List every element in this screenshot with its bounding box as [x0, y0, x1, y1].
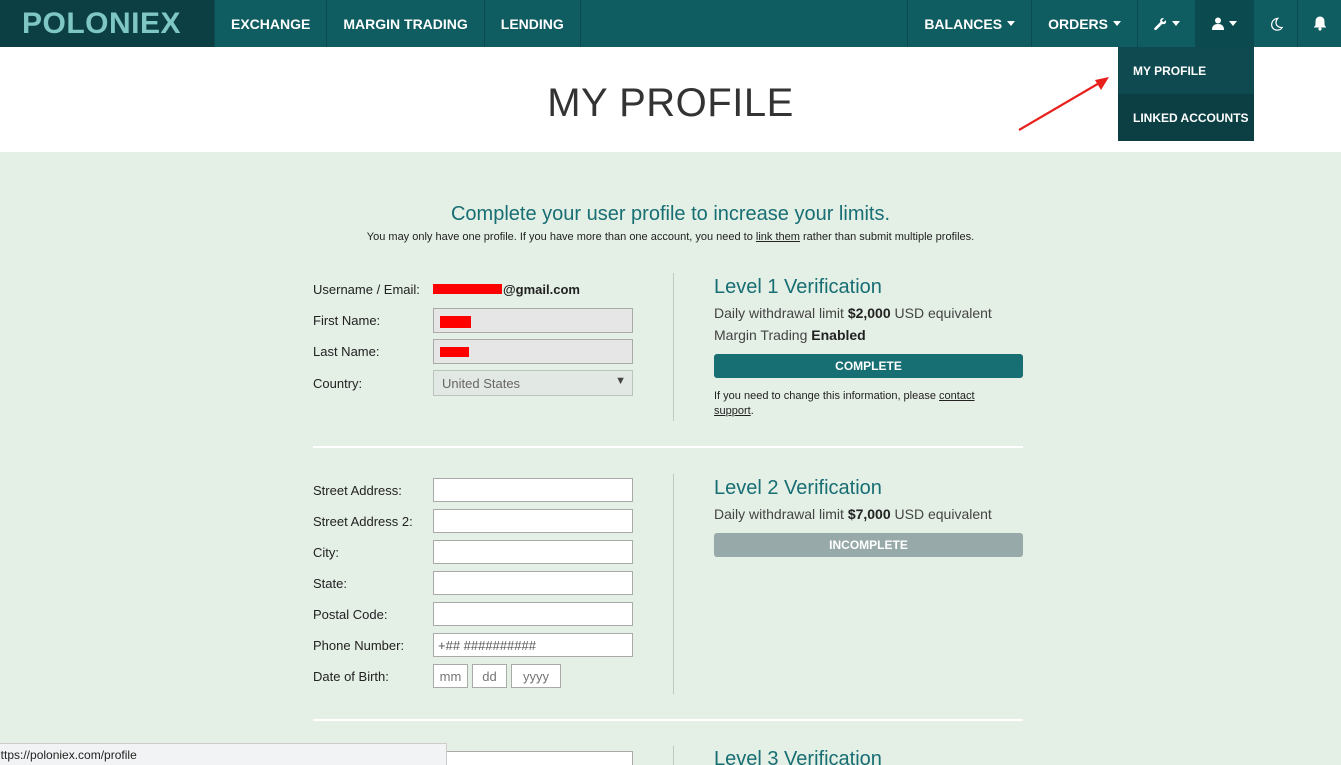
- status-url: https://poloniex.com/profile: [0, 748, 137, 762]
- level1-margin: Margin Trading Enabled: [714, 327, 866, 343]
- level1-margin-label: Margin Trading: [714, 327, 812, 343]
- street-address-label: Street Address:: [313, 483, 402, 498]
- link-them-link[interactable]: link them: [756, 231, 800, 243]
- intro-text: You may only have one profile. If you ha…: [366, 231, 756, 243]
- menu-item-my-profile[interactable]: MY PROFILE: [1118, 47, 1254, 94]
- level1-limit-label: Daily withdrawal limit: [714, 305, 848, 321]
- column-divider: [673, 746, 674, 765]
- level1-title: Level 1 Verification: [714, 276, 882, 298]
- nav-account[interactable]: [1195, 0, 1253, 47]
- wrench-icon: [1154, 17, 1167, 30]
- date-of-birth-label: Date of Birth:: [313, 669, 389, 684]
- username-email-suffix: @gmail.com: [503, 282, 580, 297]
- username-label: Username / Email:: [313, 282, 420, 297]
- account-dropdown-menu: MY PROFILE LINKED ACCOUNTS: [1118, 47, 1254, 141]
- column-divider: [673, 273, 674, 421]
- intro-text-end: rather than submit multiple profiles.: [799, 231, 975, 243]
- logo-text: POLONIEX: [22, 6, 182, 40]
- state-input[interactable]: [433, 571, 633, 595]
- nav-balances[interactable]: BALANCES: [907, 0, 1031, 47]
- last-name-label: Last Name:: [313, 344, 380, 359]
- nav-exchange[interactable]: EXCHANGE: [214, 0, 328, 47]
- chevron-down-icon: [1113, 21, 1121, 26]
- level1-note: If you need to change this information, …: [714, 389, 1004, 419]
- level2-title: Level 2 Verification: [714, 477, 882, 499]
- bell-icon: [1313, 16, 1326, 31]
- level2-limit-unit: USD equivalent: [890, 506, 992, 522]
- level3-title: Level 3 Verification: [714, 748, 882, 765]
- level2-limit-label: Daily withdrawal limit: [714, 506, 848, 522]
- chevron-down-icon: [1229, 21, 1237, 26]
- dob-year-input[interactable]: [511, 664, 561, 688]
- country-label: Country:: [313, 376, 363, 391]
- intro-subtitle: You may only have one profile. If you ha…: [0, 231, 1341, 243]
- chevron-down-icon: [1007, 21, 1016, 26]
- level3-first-input[interactable]: [433, 751, 633, 765]
- level1-limit: Daily withdrawal limit $2,000 USD equiva…: [714, 305, 992, 321]
- phone-number-label: Phone Number:: [313, 638, 405, 653]
- dob-month-input[interactable]: [433, 664, 468, 688]
- level1-margin-value: Enabled: [811, 327, 866, 343]
- nav-left: EXCHANGE MARGIN TRADING LENDING: [214, 0, 581, 47]
- nav-orders[interactable]: ORDERS: [1031, 0, 1137, 47]
- level2-limit: Daily withdrawal limit $7,000 USD equiva…: [714, 506, 992, 522]
- phone-number-input[interactable]: [433, 633, 633, 657]
- nav-tools[interactable]: [1137, 0, 1195, 47]
- nav-theme-toggle[interactable]: [1253, 0, 1297, 47]
- postal-code-input[interactable]: [433, 602, 633, 626]
- first-name-label: First Name:: [313, 313, 381, 328]
- city-input[interactable]: [433, 540, 633, 564]
- level1-limit-unit: USD equivalent: [890, 305, 992, 321]
- street-address-input[interactable]: [433, 478, 633, 502]
- last-name-field: [433, 339, 633, 364]
- level1-status-badge: COMPLETE: [714, 354, 1023, 378]
- country-value: United States: [442, 376, 521, 391]
- logo[interactable]: POLONIEX: [0, 0, 214, 47]
- street-address-2-label: Street Address 2:: [313, 514, 413, 529]
- annotation-arrow-icon: [1018, 77, 1109, 131]
- level2-status-badge: INCOMPLETE: [714, 533, 1023, 557]
- nav-margin-trading[interactable]: MARGIN TRADING: [327, 0, 485, 47]
- redaction-mark: [433, 284, 502, 294]
- nav-orders-label: ORDERS: [1048, 15, 1108, 32]
- nav-lending[interactable]: LENDING: [485, 0, 581, 47]
- nav-notifications[interactable]: [1297, 0, 1341, 47]
- column-divider: [673, 474, 674, 694]
- moon-icon: [1270, 17, 1283, 31]
- chevron-down-icon: ▼: [615, 375, 626, 387]
- state-label: State:: [313, 576, 347, 591]
- redaction-mark: [440, 316, 471, 328]
- browser-status-bar: https://poloniex.com/profile: [0, 743, 447, 765]
- level1-note-text: If you need to change this information, …: [714, 390, 940, 402]
- level1-note-end: .: [750, 405, 754, 417]
- top-nav: POLONIEX EXCHANGE MARGIN TRADING LENDING…: [0, 0, 1341, 47]
- first-name-field: [433, 308, 633, 333]
- postal-code-label: Postal Code:: [313, 607, 388, 622]
- intro-title: Complete your user profile to increase y…: [450, 203, 891, 225]
- nav-balances-label: BALANCES: [924, 15, 1003, 32]
- section-divider: [313, 719, 1023, 721]
- chevron-down-icon: [1172, 21, 1180, 26]
- user-icon: [1212, 17, 1224, 30]
- menu-item-linked-accounts[interactable]: LINKED ACCOUNTS: [1118, 94, 1254, 141]
- city-label: City:: [313, 545, 339, 560]
- level2-limit-value: $7,000: [847, 506, 891, 522]
- section-divider: [313, 446, 1023, 448]
- street-address-2-input[interactable]: [433, 509, 633, 533]
- nav-right: BALANCES ORDERS: [907, 0, 1341, 47]
- dob-day-input[interactable]: [472, 664, 507, 688]
- redaction-mark: [440, 347, 469, 357]
- level1-limit-value: $2,000: [847, 305, 891, 321]
- country-select[interactable]: United States ▼: [433, 370, 633, 396]
